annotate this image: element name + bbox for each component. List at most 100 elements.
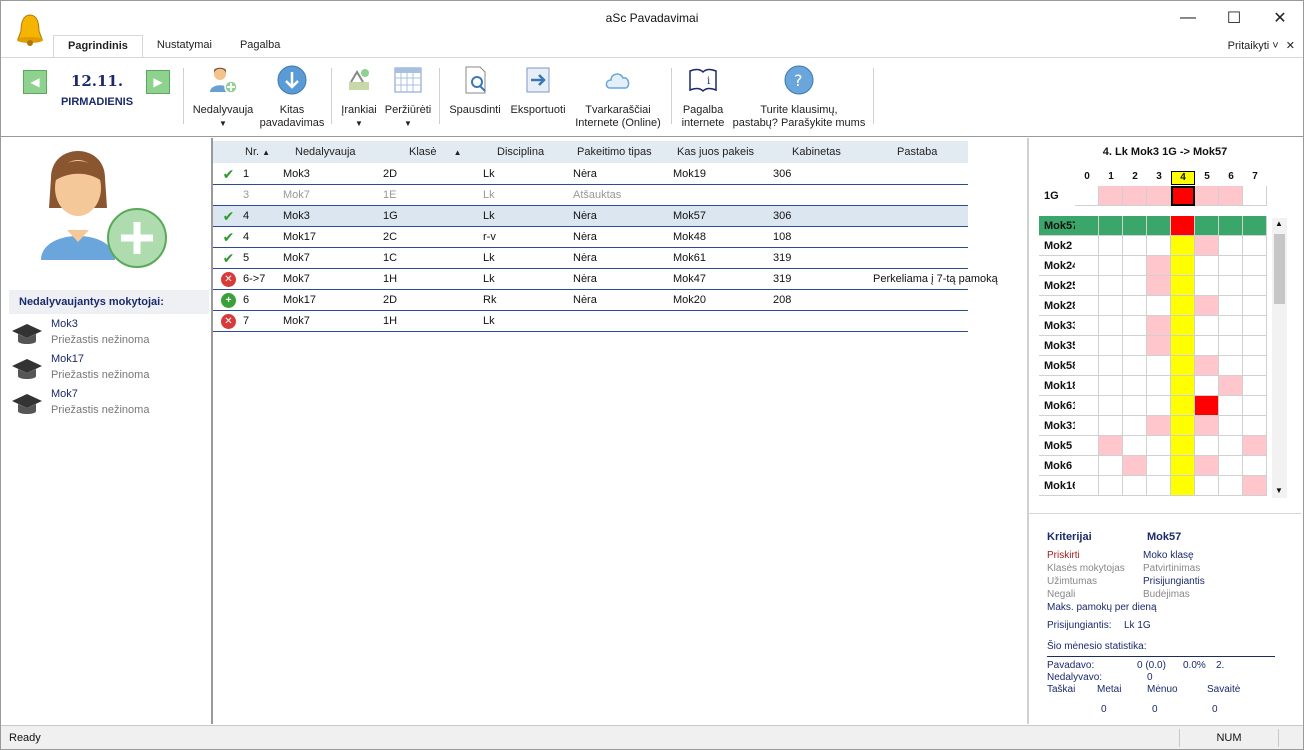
scroll-up-icon[interactable]: ▲ (1275, 219, 1283, 228)
next-day-button[interactable]: ▶ (146, 70, 170, 94)
help-online-button[interactable]: i Pagalba internete (675, 64, 731, 130)
grid-slot[interactable] (1195, 416, 1219, 436)
grid-slot[interactable] (1123, 436, 1147, 456)
grid-slot[interactable] (1075, 416, 1099, 436)
grid-slot[interactable] (1195, 216, 1219, 236)
col-substitute[interactable]: Kas juos pakeis (677, 146, 754, 158)
grid-slot[interactable] (1075, 456, 1099, 476)
grid-slot[interactable] (1195, 276, 1219, 296)
grid-slot[interactable] (1171, 276, 1195, 296)
question-button[interactable]: ? Turite klausimų, pastabų? Parašykite m… (727, 64, 871, 130)
grid-slot[interactable] (1147, 236, 1171, 256)
grid-slot[interactable] (1123, 376, 1147, 396)
class-slot[interactable] (1099, 186, 1123, 206)
col-absent[interactable]: Nedalyvauja (295, 146, 356, 158)
grid-scrollbar[interactable]: ▲ ▼ (1272, 218, 1287, 498)
grid-slot[interactable] (1219, 396, 1243, 416)
grid-slot[interactable] (1243, 216, 1267, 236)
grid-slot[interactable] (1147, 276, 1171, 296)
grid-slot[interactable] (1123, 416, 1147, 436)
grid-slot[interactable] (1123, 236, 1147, 256)
grid-slot[interactable] (1243, 396, 1267, 416)
grid-slot[interactable] (1171, 236, 1195, 256)
grid-slot[interactable] (1243, 236, 1267, 256)
close-button[interactable]: ✕ (1257, 1, 1303, 35)
grid-slot[interactable] (1243, 376, 1267, 396)
absent-teacher-item[interactable]: Mok3 Priežastis nežinoma (11, 318, 201, 352)
grid-slot[interactable] (1219, 216, 1243, 236)
scroll-down-icon[interactable]: ▼ (1275, 486, 1283, 495)
grid-slot[interactable] (1123, 316, 1147, 336)
grid-slot[interactable] (1219, 476, 1243, 496)
grid-slot[interactable] (1243, 476, 1267, 496)
grid-slot[interactable] (1075, 276, 1099, 296)
grid-slot[interactable] (1123, 356, 1147, 376)
absent-teacher-item[interactable]: Mok7 Priežastis nežinoma (11, 388, 201, 422)
close-ribbon-icon[interactable]: ✕ (1286, 40, 1295, 52)
table-row[interactable]: ✔ 4 Mok3 1G Lk Nėra Mok57 306 (213, 206, 968, 227)
customize-menu[interactable]: Pritaikyti ˅ ✕ (1228, 39, 1295, 52)
grid-slot[interactable] (1219, 436, 1243, 456)
grid-slot[interactable] (1099, 316, 1123, 336)
grid-slot[interactable] (1171, 416, 1195, 436)
prev-day-button[interactable]: ◀ (23, 70, 47, 94)
grid-slot[interactable] (1243, 436, 1267, 456)
grid-slot[interactable] (1147, 436, 1171, 456)
grid-slot[interactable] (1147, 316, 1171, 336)
table-row[interactable]: ✔ 4 Mok17 2C r-v Nėra Mok48 108 (213, 227, 968, 248)
grid-slot[interactable] (1099, 356, 1123, 376)
absent-teacher-item[interactable]: Mok17 Priežastis nežinoma (11, 353, 201, 387)
grid-slot[interactable] (1171, 376, 1195, 396)
grid-slot[interactable] (1219, 336, 1243, 356)
grid-slot[interactable] (1171, 436, 1195, 456)
class-slot[interactable] (1147, 186, 1171, 206)
grid-slot[interactable] (1123, 476, 1147, 496)
grid-slot[interactable] (1171, 396, 1195, 416)
grid-slot[interactable] (1123, 256, 1147, 276)
grid-slot[interactable] (1123, 396, 1147, 416)
view-button[interactable]: Peržiūrėti ▼ (381, 64, 435, 130)
absent-button[interactable]: Nedalyvauja ▼ (189, 64, 257, 130)
col-room[interactable]: Kabinetas (792, 146, 841, 158)
table-row[interactable]: +6 Mok17 2D Rk Nėra Mok20 208 (213, 290, 968, 311)
grid-slot[interactable] (1219, 236, 1243, 256)
table-row[interactable]: ✕ 6->7 Mok7 1H Lk Nėra Mok47 319 Perkeliama į 7-… (213, 269, 998, 290)
grid-slot[interactable] (1243, 256, 1267, 276)
grid-slot[interactable] (1099, 336, 1123, 356)
add-teacher-avatar-icon[interactable] (39, 142, 169, 272)
grid-slot[interactable] (1171, 256, 1195, 276)
grid-slot[interactable] (1147, 456, 1171, 476)
class-slot[interactable] (1219, 186, 1243, 206)
class-slot[interactable] (1195, 186, 1219, 206)
col-note[interactable]: Pastaba (897, 146, 937, 158)
tab-settings[interactable]: Nustatymai (143, 35, 226, 57)
grid-slot[interactable] (1219, 356, 1243, 376)
grid-slot[interactable] (1195, 436, 1219, 456)
grid-slot[interactable] (1195, 316, 1219, 336)
grid-slot[interactable] (1075, 396, 1099, 416)
export-button[interactable]: Eksportuoti (505, 64, 571, 117)
grid-slot[interactable] (1195, 336, 1219, 356)
grid-slot[interactable] (1099, 396, 1123, 416)
tab-help[interactable]: Pagalba (226, 35, 294, 57)
grid-slot[interactable] (1243, 316, 1267, 336)
grid-slot[interactable] (1195, 456, 1219, 476)
grid-slot[interactable] (1243, 276, 1267, 296)
tools-button[interactable]: Įrankiai ▼ (337, 64, 381, 130)
grid-slot[interactable] (1099, 236, 1123, 256)
grid-slot[interactable] (1147, 336, 1171, 356)
grid-slot[interactable] (1147, 216, 1171, 236)
grid-slot[interactable] (1099, 216, 1123, 236)
grid-slot[interactable] (1099, 256, 1123, 276)
grid-slot[interactable] (1075, 236, 1099, 256)
tab-main[interactable]: Pagrindinis (53, 35, 143, 57)
grid-slot[interactable] (1243, 296, 1267, 316)
grid-slot[interactable] (1123, 456, 1147, 476)
grid-slot[interactable] (1243, 336, 1267, 356)
bell-icon[interactable] (15, 13, 45, 47)
table-row[interactable]: ✕ 7 Mok7 1H Lk (213, 311, 968, 332)
class-slot[interactable] (1123, 186, 1147, 206)
col-nr[interactable]: Nr. ▲ (245, 146, 270, 158)
grid-slot[interactable] (1147, 376, 1171, 396)
grid-slot[interactable] (1075, 356, 1099, 376)
